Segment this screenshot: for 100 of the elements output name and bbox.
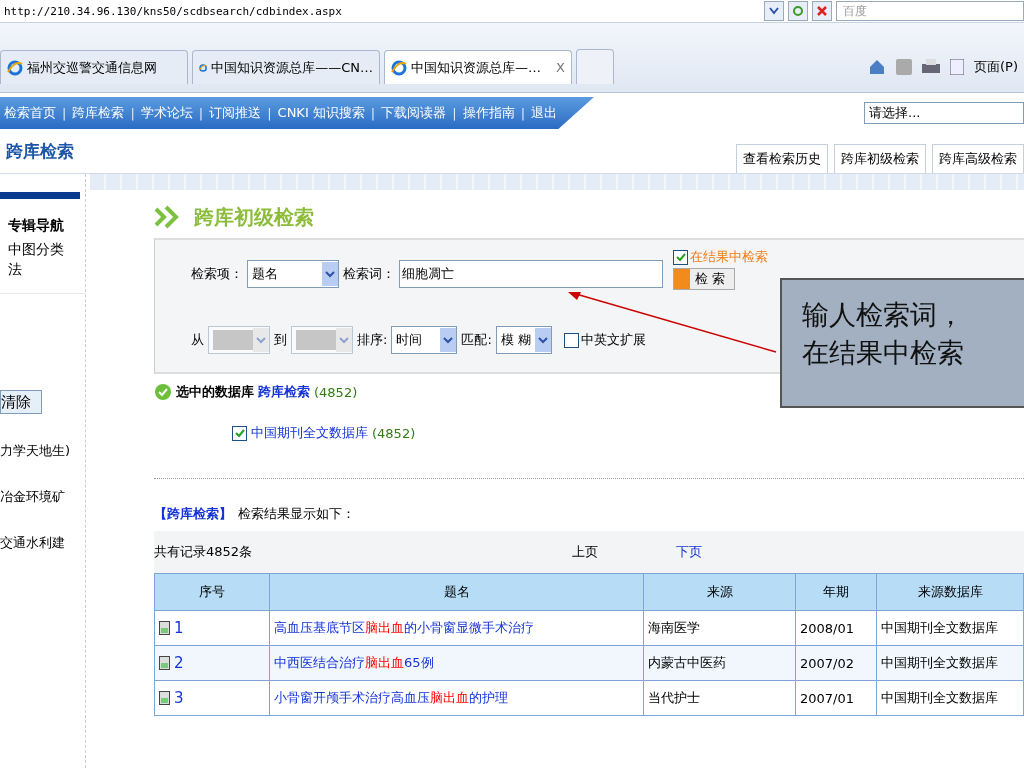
from-label: 从 bbox=[191, 331, 204, 349]
separator: | bbox=[452, 105, 457, 121]
nav-link[interactable]: 操作指南 bbox=[462, 104, 515, 122]
home-icon[interactable] bbox=[868, 58, 886, 76]
selected-db-label: 选中的数据库 bbox=[176, 383, 254, 401]
search-tab[interactable]: 跨库初级检索 bbox=[834, 144, 926, 173]
sidebar-item[interactable]: 中图分类法 bbox=[8, 239, 68, 279]
search-tab[interactable]: 查看检索历史 bbox=[736, 144, 828, 173]
page-icon[interactable] bbox=[950, 59, 964, 75]
refresh-button[interactable] bbox=[788, 1, 808, 21]
column-header[interactable]: 来源数据库 bbox=[876, 573, 1024, 611]
browser-tab[interactable]: 中国知识资源总库—… X bbox=[384, 50, 572, 84]
search-tab[interactable]: 跨库高级检索 bbox=[932, 144, 1024, 173]
column-header[interactable]: 题名 bbox=[269, 573, 644, 611]
checkbox[interactable] bbox=[232, 425, 247, 441]
check-icon bbox=[234, 428, 245, 438]
caret-icon bbox=[443, 336, 454, 344]
new-tab-button[interactable] bbox=[576, 49, 614, 84]
close-icon bbox=[817, 6, 827, 16]
table-cell: 2007/01 bbox=[795, 680, 877, 716]
table-cell: 中国期刊全文数据库 bbox=[876, 610, 1024, 646]
check-icon bbox=[675, 252, 686, 262]
dropdown-button[interactable] bbox=[764, 1, 784, 21]
category-text: 冶金环境矿 bbox=[0, 488, 66, 506]
separator: | bbox=[267, 105, 272, 121]
browser-tab[interactable]: 中国知识资源总库——CN… bbox=[192, 50, 380, 84]
table-cell: 海南医学 bbox=[643, 610, 796, 646]
table-cell: 1 bbox=[154, 610, 270, 646]
document-icon bbox=[159, 655, 170, 670]
table-cell: 内蒙古中医药 bbox=[643, 645, 796, 681]
match-label: 匹配: bbox=[461, 331, 492, 349]
table-cell: 2007/02 bbox=[795, 645, 877, 681]
browser-logo-icon bbox=[7, 59, 23, 76]
checkbox-label: 中英文扩展 bbox=[580, 331, 646, 349]
column-header[interactable]: 来源 bbox=[643, 573, 796, 611]
document-icon bbox=[159, 620, 170, 635]
callout-text: 在结果中检索 bbox=[802, 336, 965, 370]
sort-select[interactable]: 时间 bbox=[391, 326, 458, 354]
refresh-icon bbox=[792, 5, 804, 17]
table-cell: 3 bbox=[154, 680, 270, 716]
column-header[interactable]: 年期 bbox=[795, 573, 877, 611]
callout-text: 输人检索词， bbox=[802, 298, 965, 332]
nav-link[interactable]: 订阅推送 bbox=[209, 104, 262, 122]
result-title-link[interactable]: 中西医结合治疗脑出血65例 bbox=[274, 655, 434, 670]
nav-link[interactable]: 跨库检索 bbox=[72, 104, 125, 122]
checkbox[interactable] bbox=[563, 332, 579, 348]
table-cell: 中国期刊全文数据库 bbox=[876, 645, 1024, 681]
separator: | bbox=[130, 105, 135, 121]
nav-link[interactable]: 退出 bbox=[531, 104, 558, 122]
caret-icon bbox=[256, 336, 266, 344]
browser-tab[interactable]: 福州交巡警交通信息网 bbox=[0, 50, 188, 84]
stop-button[interactable] bbox=[812, 1, 832, 21]
db-link[interactable]: 跨库检索 bbox=[258, 383, 310, 401]
match-select[interactable]: 模 糊 bbox=[495, 326, 552, 354]
caret-icon bbox=[325, 270, 335, 278]
select-dropdown[interactable]: 请选择... bbox=[864, 102, 1024, 124]
table-cell: 中国期刊全文数据库 bbox=[876, 680, 1024, 716]
nav-link[interactable]: 检索首页 bbox=[4, 104, 56, 122]
next-page-link[interactable]: 下页 bbox=[676, 543, 780, 561]
browser-logo-icon bbox=[391, 59, 407, 76]
checkbox-label: 在结果中检索 bbox=[690, 248, 768, 266]
term-label: 检索词： bbox=[343, 265, 395, 283]
table-cell: 2008/01 bbox=[795, 610, 877, 646]
separator: | bbox=[520, 105, 526, 121]
table-cell: 当代护士 bbox=[643, 680, 796, 716]
nav-link[interactable]: 下载阅读器 bbox=[381, 104, 447, 122]
to-label: 到 bbox=[274, 331, 287, 349]
field-select[interactable]: 题名 bbox=[247, 260, 339, 288]
results-caption: 检索结果显示如下： bbox=[238, 505, 355, 523]
page-menu[interactable]: 页面(P) bbox=[974, 58, 1018, 76]
search-button[interactable]: 检 索 bbox=[673, 268, 735, 290]
checkbox[interactable] bbox=[673, 249, 688, 265]
count-text: (4852) bbox=[314, 384, 358, 400]
prev-page-link[interactable]: 上页 bbox=[572, 543, 676, 561]
nav-link[interactable]: CNKI 知识搜索 bbox=[277, 104, 365, 122]
page-title: 跨库检索 bbox=[5, 139, 74, 163]
caret-icon bbox=[339, 336, 349, 344]
clear-button[interactable]: 清除 bbox=[0, 390, 42, 414]
sidebar-heading: 专辑导航 bbox=[8, 217, 65, 235]
printer-icon[interactable] bbox=[922, 59, 940, 75]
sort-label: 排序: bbox=[357, 331, 388, 349]
total-text: 共有记录4852条 bbox=[154, 543, 254, 561]
separator: | bbox=[62, 105, 67, 121]
caret-icon bbox=[769, 7, 779, 15]
nav-link[interactable]: 学术论坛 bbox=[140, 104, 193, 122]
caret-icon bbox=[537, 336, 548, 344]
column-header[interactable]: 序号 bbox=[154, 573, 270, 611]
close-tab-button[interactable]: X bbox=[556, 60, 565, 75]
search-term-field[interactable]: 细胞凋亡 bbox=[399, 260, 663, 288]
separator: | bbox=[198, 105, 204, 121]
category-text: 交通水利建 bbox=[0, 534, 66, 552]
field-label: 检索项： bbox=[191, 265, 243, 283]
document-icon bbox=[159, 690, 170, 705]
address-bar[interactable]: http://210.34.96.130/kns50/scdbsearch/cdbindex.aspx bbox=[0, 4, 764, 18]
category-text: 力学天地生) bbox=[0, 442, 72, 460]
results-heading[interactable]: 【跨库检索】 bbox=[154, 505, 232, 523]
table-cell: 2 bbox=[154, 645, 270, 681]
separator: | bbox=[370, 105, 376, 121]
check-circle-icon bbox=[154, 383, 172, 401]
database-name: 中国期刊全文数据库 bbox=[251, 424, 368, 442]
